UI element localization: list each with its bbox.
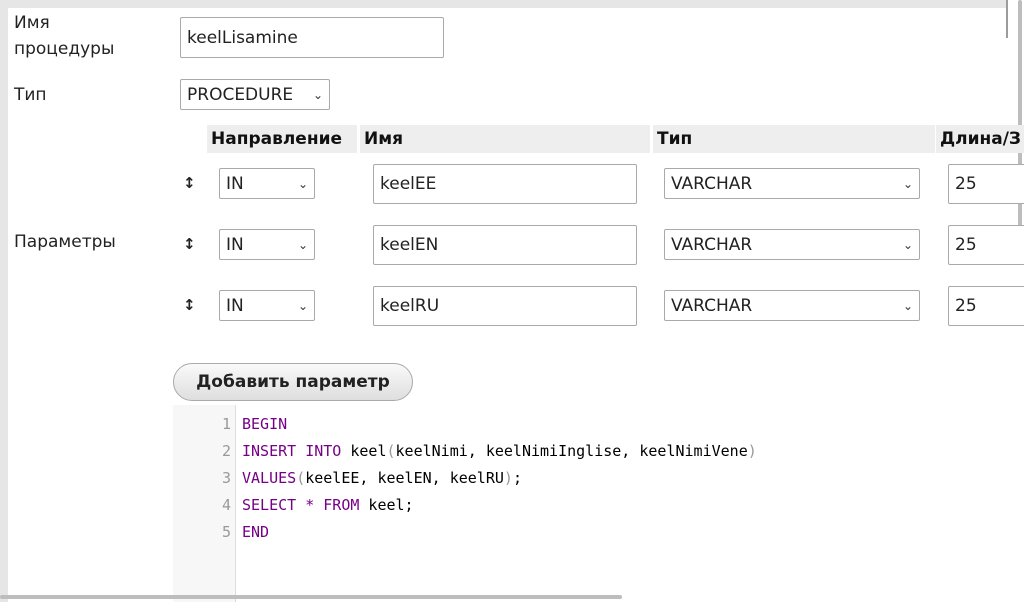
keyword: INSERT INTO (242, 442, 342, 460)
param-length-input[interactable]: 25 (948, 225, 1024, 265)
chevron-down-icon: ⌄ (297, 298, 308, 313)
procedure-type-value: PROCEDURE (187, 84, 294, 105)
line-number: 3 (221, 469, 231, 487)
param-type-value: VARCHAR (671, 173, 753, 194)
param-length-input[interactable]: 25 (948, 286, 1024, 326)
params-label: Параметры (14, 232, 116, 252)
chevron-down-icon: ⌄ (902, 176, 913, 191)
param-name-input[interactable]: keelEN (373, 225, 637, 265)
keyword: END (242, 523, 270, 541)
header-name: Имя (360, 125, 650, 153)
line-number: 1 (221, 415, 231, 433)
vertical-scrollbar[interactable] (1018, 0, 1022, 242)
header-direction: Направление (207, 125, 357, 153)
keyword: VALUES (242, 469, 297, 487)
code-text: INSERT INTO keel(keelNimi, keelNimiIngli… (242, 438, 757, 465)
move-handle-icon[interactable]: ↕ (183, 174, 196, 192)
param-name-value: keelEN (380, 235, 439, 255)
header-length: Длина/З (936, 125, 1024, 153)
param-length-input[interactable]: 25 (948, 164, 1024, 204)
operator: * (296, 496, 324, 514)
type-label: Тип (14, 85, 47, 105)
code-token: ; (512, 469, 522, 487)
window-divider (1006, 0, 1008, 38)
code-token: keel; (359, 496, 414, 514)
bracket: ) (747, 442, 757, 460)
param-length-value: 25 (955, 235, 977, 255)
chevron-down-icon: ⌄ (902, 237, 913, 252)
param-type-select[interactable]: VARCHAR ⌄ (664, 229, 920, 260)
param-name-input[interactable]: keelRU (373, 286, 637, 326)
param-direction-select[interactable]: IN ⌄ (219, 290, 315, 321)
code-token: keel (341, 442, 387, 460)
procedure-name-label-line1: Имя (14, 13, 50, 33)
left-border (0, 0, 8, 602)
bracket: ) (503, 469, 513, 487)
procedure-name-input[interactable]: keelLisamine (180, 17, 444, 58)
bracket: ( (296, 469, 306, 487)
param-name-input[interactable]: keelEE (373, 164, 637, 204)
keyword: FROM (323, 496, 360, 514)
param-type-select[interactable]: VARCHAR ⌄ (664, 290, 920, 321)
line-number: 4 (221, 496, 231, 514)
header-type: Тип (653, 125, 935, 153)
param-type-select[interactable]: VARCHAR ⌄ (664, 168, 920, 199)
move-handle-icon[interactable]: ↕ (183, 296, 196, 314)
code-token: keelEE, keelEN, keelRU (305, 469, 504, 487)
chevron-down-icon: ⌄ (312, 87, 323, 102)
procedure-name-value: keelLisamine (187, 27, 298, 48)
param-direction-select[interactable]: IN ⌄ (219, 168, 315, 199)
move-handle-icon[interactable]: ↕ (183, 235, 196, 253)
param-name-value: keelEE (380, 174, 437, 194)
procedure-name-label-line2: процедуры (14, 39, 115, 59)
param-type-value: VARCHAR (671, 234, 753, 255)
keyword: BEGIN (242, 415, 288, 433)
param-direction-select[interactable]: IN ⌄ (219, 229, 315, 260)
code-text: BEGIN (242, 411, 287, 438)
param-direction-value: IN (226, 234, 244, 255)
param-length-value: 25 (955, 296, 977, 316)
code-token: keelNimi, keelNimiInglise, keelNimiVene (395, 442, 748, 460)
param-type-value: VARCHAR (671, 295, 753, 316)
code-text: SELECT * FROM keel; (242, 492, 414, 519)
procedure-name-label: Имя процедуры (14, 10, 114, 62)
line-number: 5 (221, 523, 231, 541)
top-border (0, 0, 1006, 8)
procedure-type-select[interactable]: PROCEDURE ⌄ (180, 79, 330, 110)
chevron-down-icon: ⌄ (297, 237, 308, 252)
code-text: END (242, 519, 269, 546)
param-length-value: 25 (955, 174, 977, 194)
horizontal-scrollbar[interactable] (0, 595, 622, 599)
param-direction-value: IN (226, 173, 244, 194)
chevron-down-icon: ⌄ (297, 176, 308, 191)
sql-code-editor[interactable]: 1 BEGIN 2 INSERT INTO keel(keelNimi, kee… (173, 405, 1024, 602)
add-parameter-button[interactable]: Добавить параметр (173, 363, 413, 401)
code-text: VALUES(keelEE, keelEN, keelRU); (242, 465, 522, 492)
param-name-value: keelRU (380, 296, 440, 316)
keyword: SELECT (242, 496, 297, 514)
chevron-down-icon: ⌄ (902, 298, 913, 313)
line-number: 2 (221, 442, 231, 460)
param-direction-value: IN (226, 295, 244, 316)
bracket: ( (386, 442, 396, 460)
